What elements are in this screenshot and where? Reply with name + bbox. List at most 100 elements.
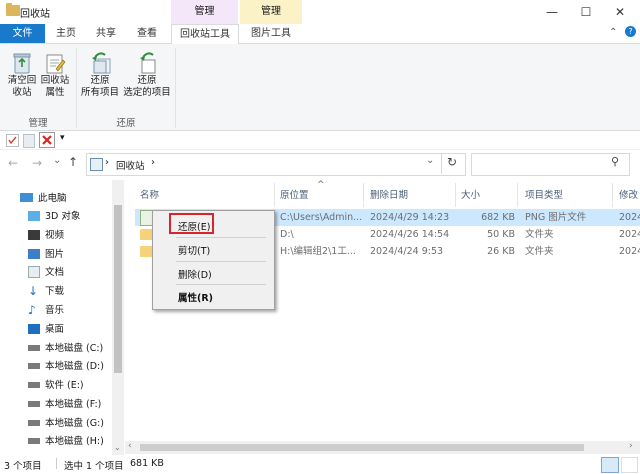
row2-deleted: 2024/4/24 9:53 — [370, 246, 444, 257]
nav-item-drive-e[interactable]: 软件 (E:) — [28, 377, 84, 395]
nav-scrollbar-thumb[interactable] — [114, 205, 122, 373]
row1-type: 文件夹 — [525, 229, 554, 240]
context-menu-properties[interactable]: 属性(R) — [178, 290, 213, 304]
recent-locations-dropdown-icon[interactable]: ⌄ — [53, 155, 61, 166]
restore-all-label-1: 还原 — [90, 75, 110, 86]
ribbon-group-divider — [76, 48, 77, 128]
restore-all-icon — [89, 51, 111, 74]
refresh-icon[interactable]: ↻ — [447, 155, 457, 169]
nav-item-music[interactable]: ♪ 音乐 — [28, 302, 64, 320]
forward-arrow-icon[interactable]: → — [32, 156, 42, 170]
row1-modified: 2024 — [619, 229, 640, 240]
nav-label: 桌面 — [45, 324, 65, 335]
status-item-count: 3 个项目 — [4, 461, 42, 472]
properties-label-1: 回收站 — [40, 75, 70, 86]
tab-home[interactable]: 主页 — [47, 24, 85, 43]
nav-item-drive-h[interactable]: 本地磁盘 (H:) — [28, 433, 104, 451]
help-icon[interactable]: ? — [625, 26, 636, 37]
properties-label-2: 属性 — [45, 87, 65, 98]
large-icons-view-icon[interactable] — [621, 457, 638, 473]
address-divider — [441, 153, 442, 174]
group-label-restore: 还原 — [116, 118, 136, 129]
nav-item-downloads[interactable]: ↓ 下载 — [28, 283, 64, 301]
row1-location: D:\ — [280, 229, 294, 240]
scroll-right-arrow-icon[interactable]: › — [629, 441, 633, 451]
up-arrow-icon[interactable]: ↑ — [68, 155, 78, 169]
customize-qat-dropdown-icon[interactable]: ▾ — [60, 133, 65, 143]
drive-icon — [28, 381, 40, 388]
nav-item-documents[interactable]: 文档 — [28, 264, 64, 282]
context-tab-header-recycle: 管理 — [171, 0, 238, 24]
nav-item-drive-c[interactable]: 本地磁盘 (C:) — [28, 340, 103, 358]
nav-item-drive-f[interactable]: 本地磁盘 (F:) — [28, 396, 101, 414]
minimize-button[interactable]: — — [535, 0, 569, 24]
maximize-button[interactable]: ☐ — [569, 0, 603, 24]
nav-item-videos[interactable]: 视频 — [28, 227, 64, 245]
scroll-down-arrow-icon[interactable]: ⌄ — [114, 443, 121, 452]
nav-item-this-pc[interactable]: 此电脑 — [20, 190, 67, 208]
music-note-icon: ♪ — [28, 302, 36, 317]
nav-item-drive-d[interactable]: 本地磁盘 (D:) — [28, 358, 104, 376]
horizontal-scrollbar-thumb[interactable] — [140, 444, 584, 451]
search-input[interactable] — [471, 153, 630, 176]
close-button[interactable]: ✕ — [603, 0, 637, 24]
empty-recycle-bin-button[interactable]: 清空回 收站 — [4, 51, 40, 99]
column-header-type[interactable]: 项目类型 — [525, 187, 563, 201]
breadcrumb-recycle-bin[interactable]: 回收站 — [116, 158, 145, 172]
path-end-separator[interactable]: › — [151, 157, 155, 168]
nav-item-drive-g[interactable]: 本地磁盘 (G:) — [28, 415, 104, 433]
nav-label: 视频 — [45, 230, 65, 241]
drive-icon — [28, 437, 40, 444]
row0-location: C:\Users\Admin... — [280, 212, 362, 223]
restore-all-button[interactable]: 还原 所有项目 — [80, 51, 120, 99]
tab-picture-tools[interactable]: 图片工具 — [240, 24, 302, 43]
nav-item-3d-objects[interactable]: 3D 对象 — [28, 208, 80, 226]
tab-view[interactable]: 查看 — [128, 24, 166, 43]
delete-icon[interactable] — [39, 132, 55, 148]
nav-item-pictures[interactable]: 图片 — [28, 246, 64, 264]
nav-label: 图片 — [45, 249, 65, 260]
row0-deleted: 2024/4/29 14:23 — [370, 212, 450, 223]
status-divider — [56, 458, 57, 469]
context-menu-delete[interactable]: 删除(D) — [178, 267, 212, 281]
collapse-ribbon-icon[interactable]: ⌃ — [609, 27, 617, 38]
restore-highlight-box — [169, 213, 214, 234]
search-icon[interactable]: ⚲ — [611, 155, 619, 168]
column-divider[interactable] — [517, 183, 518, 207]
column-divider[interactable] — [455, 183, 456, 207]
row0-size: 682 KB — [481, 212, 515, 223]
scroll-left-arrow-icon[interactable]: ‹ — [128, 441, 132, 451]
column-divider[interactable] — [274, 183, 275, 207]
row0-modified: 2024 — [619, 212, 640, 223]
restore-selected-button[interactable]: 还原 选定的项目 — [121, 51, 173, 99]
column-divider[interactable] — [363, 183, 364, 207]
nav-label: 本地磁盘 (G:) — [45, 418, 104, 429]
nav-item-desktop[interactable]: 桌面 — [28, 321, 64, 339]
column-header-modified[interactable]: 修改 — [619, 187, 638, 201]
details-view-icon[interactable] — [601, 457, 619, 473]
column-header-size[interactable]: 大小 — [461, 187, 480, 201]
column-header-date-deleted[interactable]: 删除日期 — [370, 187, 408, 201]
column-header-location[interactable]: 原位置 — [280, 187, 309, 201]
document-icon — [28, 265, 40, 278]
nav-label: 本地磁盘 (C:) — [45, 343, 104, 354]
tab-file[interactable]: 文件 — [0, 24, 45, 43]
nav-label: 本地磁盘 (H:) — [45, 436, 104, 447]
column-divider[interactable] — [612, 183, 613, 207]
recycle-bin-properties-button[interactable]: 回收站 属性 — [38, 51, 72, 99]
drive-icon — [28, 362, 40, 369]
properties-checkbox-icon[interactable] — [6, 134, 19, 147]
menu-separator — [176, 261, 266, 262]
tab-recycle-bin-tools[interactable]: 回收站工具 — [171, 24, 239, 45]
column-header-name[interactable]: 名称 — [140, 187, 159, 201]
path-separator[interactable]: › — [105, 157, 109, 168]
new-folder-icon[interactable] — [23, 134, 35, 148]
tab-share[interactable]: 共享 — [87, 24, 125, 43]
nav-label: 下载 — [45, 286, 65, 297]
context-menu-cut[interactable]: 剪切(T) — [178, 243, 210, 257]
back-arrow-icon[interactable]: ← — [8, 156, 18, 170]
window-title: 回收站 — [20, 9, 50, 20]
row1-deleted: 2024/4/26 14:54 — [370, 229, 450, 240]
address-history-dropdown-icon[interactable]: ⌄ — [426, 155, 434, 166]
nav-label: 软件 (E:) — [45, 380, 84, 391]
